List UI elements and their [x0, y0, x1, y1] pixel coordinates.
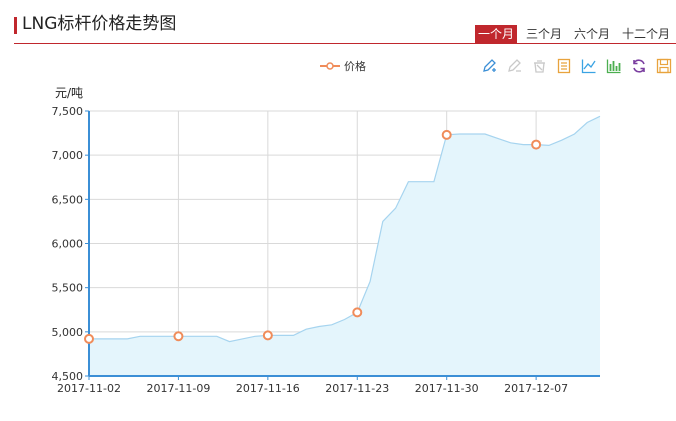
price-marker	[262, 330, 273, 341]
price-marker	[84, 333, 94, 344]
restore-icon[interactable]	[630, 57, 648, 75]
price-marker	[173, 331, 184, 342]
y-axis-unit: 元/吨	[55, 86, 83, 100]
x-tick-label: 2017-11-02	[57, 382, 121, 395]
x-tick-label: 2017-12-07	[504, 382, 568, 395]
price-marker	[441, 129, 452, 140]
line-chart-icon[interactable]	[580, 57, 598, 75]
chart-toolbox	[480, 57, 673, 75]
x-tick-label: 2017-11-30	[415, 382, 479, 395]
y-tick-label: 7,000	[52, 149, 84, 162]
mark-clear-icon[interactable]	[530, 57, 548, 75]
y-tick-label: 5,000	[52, 326, 84, 339]
price-marker	[352, 307, 363, 318]
y-tick-label: 6,500	[52, 193, 84, 206]
y-tick-label: 5,500	[52, 282, 84, 295]
legend-label: 价格	[344, 60, 366, 73]
mark-undo-icon[interactable]	[505, 57, 523, 75]
x-tick-label: 2017-11-23	[325, 382, 389, 395]
price-marker	[531, 139, 542, 150]
y-tick-label: 7,500	[52, 105, 84, 118]
x-tick-label: 2017-11-09	[146, 382, 210, 395]
data-view-icon[interactable]	[555, 57, 573, 75]
legend[interactable]: 价格	[320, 58, 366, 74]
bar-chart-icon[interactable]	[605, 57, 623, 75]
mark-pen-icon[interactable]	[480, 57, 498, 75]
x-tick-label: 2017-11-16	[236, 382, 300, 395]
legend-line-icon	[320, 62, 340, 70]
save-image-icon[interactable]	[655, 57, 673, 75]
y-tick-label: 6,000	[52, 238, 84, 251]
